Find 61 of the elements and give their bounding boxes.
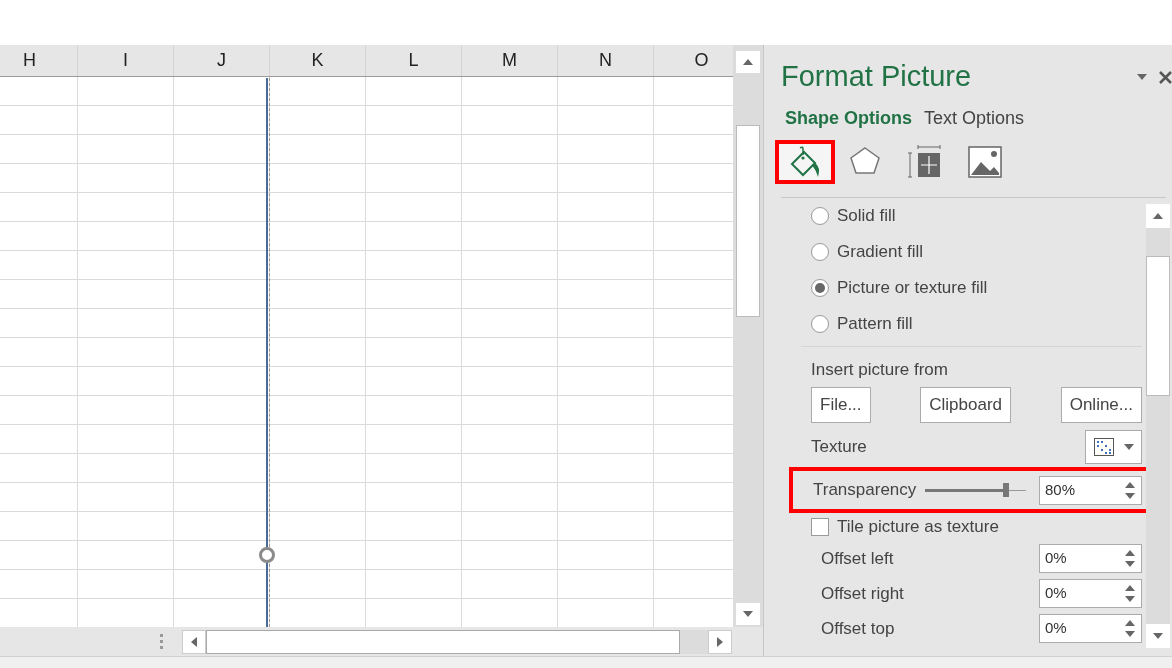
insert-button[interactable]: File...	[811, 387, 871, 423]
drag-dots-icon	[160, 633, 164, 650]
insert-button[interactable]: Clipboard	[920, 387, 1011, 423]
scroll-up-icon	[1153, 213, 1163, 219]
offset-spin-field[interactable]: 0%	[1039, 544, 1142, 573]
radio-label[interactable]: Solid fill	[837, 203, 896, 229]
scroll-right-icon	[717, 636, 723, 647]
texture-label: Texture	[811, 436, 867, 459]
format-tab[interactable]	[775, 140, 835, 184]
scroll-down-icon	[743, 611, 753, 617]
vertical-scrollbar[interactable]	[733, 45, 763, 627]
column-header[interactable]: H	[0, 45, 78, 76]
pane-options-icon	[1137, 74, 1147, 80]
offset-spin-field[interactable]: 0%	[1039, 614, 1142, 643]
offset-label: Offset left	[821, 547, 894, 570]
transparency-slider[interactable]	[925, 483, 1026, 497]
spin-down-icon	[1125, 492, 1135, 499]
spin-down-icon	[1125, 596, 1135, 602]
pane-tab[interactable]: Shape Options	[785, 105, 912, 132]
column-header[interactable]: L	[366, 45, 462, 76]
checkbox[interactable]	[811, 518, 829, 536]
texture-icon	[1093, 438, 1114, 456]
spin-down-icon	[1125, 631, 1135, 637]
pane-scrollbar[interactable]	[1146, 204, 1170, 648]
radio-button[interactable]	[811, 279, 829, 297]
offset-spin-field[interactable]: 0%	[1039, 579, 1142, 608]
column-header[interactable]: J	[174, 45, 270, 76]
section-label: Insert picture from	[811, 359, 949, 379]
transparency-label: Transparency	[813, 479, 918, 502]
scroll-down-icon	[1153, 633, 1163, 639]
size-position-icon	[908, 145, 942, 179]
checkbox-label[interactable]: Tile picture as texture	[837, 514, 999, 540]
image-icon	[968, 145, 1002, 179]
spin-up-icon	[1125, 550, 1135, 556]
radio-button[interactable]	[811, 207, 829, 225]
horizontal-scrollbar[interactable]	[182, 629, 732, 654]
column-header[interactable]: M	[462, 45, 558, 76]
column-header[interactable]: I	[78, 45, 174, 76]
paint-bucket-icon	[788, 145, 822, 179]
radio-button[interactable]	[811, 243, 829, 261]
offset-label: Offset top	[821, 617, 895, 640]
texture-dropdown[interactable]	[1085, 430, 1142, 464]
column-header[interactable]: N	[558, 45, 654, 76]
spin-up-icon	[1125, 585, 1135, 591]
caret-icon	[1123, 444, 1134, 450]
spin-up-icon	[1125, 620, 1135, 626]
column-header[interactable]: K	[270, 45, 366, 76]
scroll-up-icon	[743, 59, 753, 65]
scroll-left-icon	[191, 636, 197, 647]
insert-button[interactable]: Online...	[1060, 387, 1142, 423]
offset-label: Offset right	[821, 582, 904, 605]
pane-tab[interactable]: Text Options	[924, 105, 1025, 132]
radio-button[interactable]	[811, 315, 829, 333]
pane-title: Format Picture	[781, 59, 973, 95]
spin-up-icon	[1125, 481, 1135, 488]
close-icon[interactable]	[1159, 70, 1172, 84]
radio-label[interactable]: Picture or texture fill	[837, 275, 988, 301]
radio-label[interactable]: Pattern fill	[837, 311, 913, 337]
spin-down-icon	[1125, 561, 1135, 567]
transparency-spin-field[interactable]: 80%	[1039, 475, 1142, 505]
radio-label[interactable]: Gradient fill	[837, 239, 923, 265]
